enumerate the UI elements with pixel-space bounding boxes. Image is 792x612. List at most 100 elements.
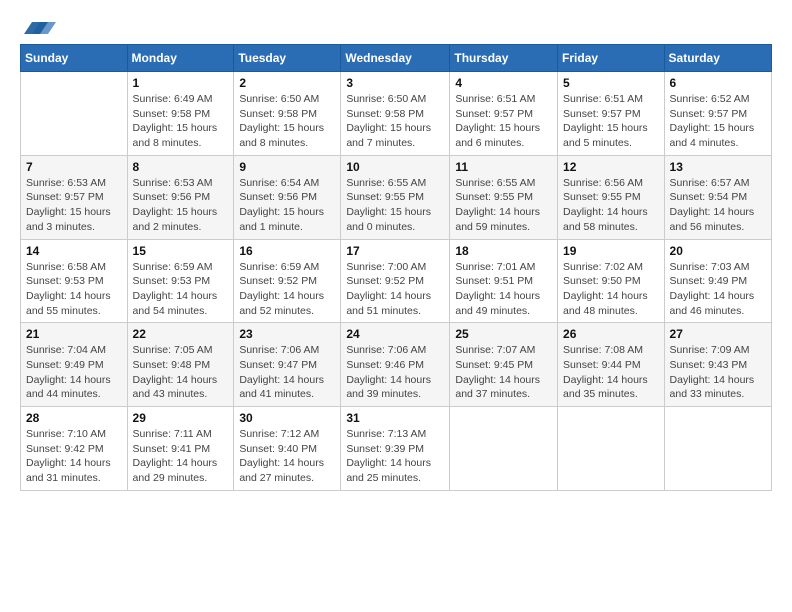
day-number: 23 (239, 327, 335, 341)
day-number: 27 (670, 327, 766, 341)
day-info: Sunrise: 7:13 AMSunset: 9:39 PMDaylight:… (346, 427, 444, 486)
day-info: Sunrise: 6:59 AMSunset: 9:53 PMDaylight:… (133, 260, 229, 319)
day-number: 3 (346, 76, 444, 90)
day-info: Sunrise: 6:53 AMSunset: 9:56 PMDaylight:… (133, 176, 229, 235)
header-day-monday: Monday (127, 45, 234, 72)
calendar-cell: 12 Sunrise: 6:56 AMSunset: 9:55 PMDayligh… (558, 155, 665, 239)
calendar-cell: 23 Sunrise: 7:06 AMSunset: 9:47 PMDayligh… (234, 323, 341, 407)
day-info: Sunrise: 7:05 AMSunset: 9:48 PMDaylight:… (133, 343, 229, 402)
calendar-cell: 25 Sunrise: 7:07 AMSunset: 9:45 PMDayligh… (450, 323, 558, 407)
day-info: Sunrise: 7:04 AMSunset: 9:49 PMDaylight:… (26, 343, 122, 402)
calendar-cell: 19Sunrise: 7:02 AMSunset: 9:50 PMDayligh… (558, 239, 665, 323)
calendar-table: SundayMondayTuesdayWednesdayThursdayFrid… (20, 44, 772, 491)
day-number: 5 (563, 76, 659, 90)
day-number: 29 (133, 411, 229, 425)
calendar-cell: 7Sunrise: 6:53 AMSunset: 9:57 PMDaylight… (21, 155, 128, 239)
header-row: SundayMondayTuesdayWednesdayThursdayFrid… (21, 45, 772, 72)
day-number: 6 (670, 76, 766, 90)
day-info: Sunrise: 7:01 AMSunset: 9:51 PMDaylight:… (455, 260, 552, 319)
day-number: 12 (563, 160, 659, 174)
day-info: Sunrise: 7:11 AMSunset: 9:41 PMDaylight:… (133, 427, 229, 486)
day-number: 30 (239, 411, 335, 425)
day-info: Sunrise: 6:50 AMSunset: 9:58 PMDaylight:… (239, 92, 335, 151)
calendar-cell: 18 Sunrise: 7:01 AMSunset: 9:51 PMDayligh… (450, 239, 558, 323)
calendar-cell: 20 Sunrise: 7:03 AMSunset: 9:49 PMDayligh… (664, 239, 771, 323)
day-number: 25 (455, 327, 552, 341)
day-number: 7 (26, 160, 122, 174)
day-info: Sunrise: 7:00 AMSunset: 9:52 PMDaylight:… (346, 260, 444, 319)
calendar-cell (450, 407, 558, 491)
day-number: 4 (455, 76, 552, 90)
week-row-5: 28 Sunrise: 7:10 AMSunset: 9:42 PMDayligh… (21, 407, 772, 491)
header-day-wednesday: Wednesday (341, 45, 450, 72)
day-info: Sunrise: 6:55 AMSunset: 9:55 PMDaylight:… (455, 176, 552, 235)
day-number: 28 (26, 411, 122, 425)
day-info: Sunrise: 7:09 AMSunset: 9:43 PMDaylight:… (670, 343, 766, 402)
day-info: Sunrise: 7:12 AMSunset: 9:40 PMDaylight:… (239, 427, 335, 486)
logo-icon (24, 16, 56, 36)
day-info: Sunrise: 6:51 AMSunset: 9:57 PMDaylight:… (563, 92, 659, 151)
day-number: 13 (670, 160, 766, 174)
week-row-2: 7Sunrise: 6:53 AMSunset: 9:57 PMDaylight… (21, 155, 772, 239)
calendar-cell: 16Sunrise: 6:59 AMSunset: 9:52 PMDayligh… (234, 239, 341, 323)
calendar-cell: 9Sunrise: 6:54 AMSunset: 9:56 PMDaylight… (234, 155, 341, 239)
day-info: Sunrise: 7:10 AMSunset: 9:42 PMDaylight:… (26, 427, 122, 486)
day-number: 8 (133, 160, 229, 174)
day-info: Sunrise: 7:03 AMSunset: 9:49 PMDaylight:… (670, 260, 766, 319)
day-number: 1 (133, 76, 229, 90)
header-day-thursday: Thursday (450, 45, 558, 72)
day-number: 24 (346, 327, 444, 341)
day-number: 22 (133, 327, 229, 341)
calendar-cell: 5 Sunrise: 6:51 AMSunset: 9:57 PMDaylight… (558, 72, 665, 156)
day-info: Sunrise: 6:52 AMSunset: 9:57 PMDaylight:… (670, 92, 766, 151)
header-day-tuesday: Tuesday (234, 45, 341, 72)
calendar-cell: 17 Sunrise: 7:00 AMSunset: 9:52 PMDayligh… (341, 239, 450, 323)
calendar-cell: 31Sunrise: 7:13 AMSunset: 9:39 PMDayligh… (341, 407, 450, 491)
calendar-cell: 2 Sunrise: 6:50 AMSunset: 9:58 PMDaylight… (234, 72, 341, 156)
calendar-cell: 29 Sunrise: 7:11 AMSunset: 9:41 PMDayligh… (127, 407, 234, 491)
calendar-cell: 4 Sunrise: 6:51 AMSunset: 9:57 PMDaylight… (450, 72, 558, 156)
day-info: Sunrise: 6:55 AMSunset: 9:55 PMDaylight:… (346, 176, 444, 235)
calendar-cell: 15 Sunrise: 6:59 AMSunset: 9:53 PMDayligh… (127, 239, 234, 323)
day-number: 9 (239, 160, 335, 174)
day-number: 16 (239, 244, 335, 258)
week-row-1: 1 Sunrise: 6:49 AMSunset: 9:58 PMDaylight… (21, 72, 772, 156)
day-number: 11 (455, 160, 552, 174)
calendar-cell (558, 407, 665, 491)
calendar-cell (664, 407, 771, 491)
day-info: Sunrise: 6:57 AMSunset: 9:54 PMDaylight:… (670, 176, 766, 235)
day-number: 15 (133, 244, 229, 258)
header-day-sunday: Sunday (21, 45, 128, 72)
header-day-saturday: Saturday (664, 45, 771, 72)
day-number: 18 (455, 244, 552, 258)
day-info: Sunrise: 7:07 AMSunset: 9:45 PMDaylight:… (455, 343, 552, 402)
day-info: Sunrise: 6:51 AMSunset: 9:57 PMDaylight:… (455, 92, 552, 151)
day-info: Sunrise: 6:50 AMSunset: 9:58 PMDaylight:… (346, 92, 444, 151)
day-info: Sunrise: 7:06 AMSunset: 9:46 PMDaylight:… (346, 343, 444, 402)
day-number: 2 (239, 76, 335, 90)
calendar-cell: 8 Sunrise: 6:53 AMSunset: 9:56 PMDaylight… (127, 155, 234, 239)
day-number: 17 (346, 244, 444, 258)
day-number: 10 (346, 160, 444, 174)
calendar-cell: 24 Sunrise: 7:06 AMSunset: 9:46 PMDayligh… (341, 323, 450, 407)
day-info: Sunrise: 6:58 AMSunset: 9:53 PMDaylight:… (26, 260, 122, 319)
calendar-cell: 30 Sunrise: 7:12 AMSunset: 9:40 PMDayligh… (234, 407, 341, 491)
week-row-4: 21 Sunrise: 7:04 AMSunset: 9:49 PMDayligh… (21, 323, 772, 407)
page-header (20, 16, 772, 36)
calendar-cell: 22 Sunrise: 7:05 AMSunset: 9:48 PMDayligh… (127, 323, 234, 407)
day-info: Sunrise: 6:49 AMSunset: 9:58 PMDaylight:… (133, 92, 229, 151)
logo (20, 16, 56, 36)
calendar-cell: 14Sunrise: 6:58 AMSunset: 9:53 PMDayligh… (21, 239, 128, 323)
calendar-cell: 6 Sunrise: 6:52 AMSunset: 9:57 PMDaylight… (664, 72, 771, 156)
day-number: 20 (670, 244, 766, 258)
calendar-cell: 28 Sunrise: 7:10 AMSunset: 9:42 PMDayligh… (21, 407, 128, 491)
calendar-cell: 21 Sunrise: 7:04 AMSunset: 9:49 PMDayligh… (21, 323, 128, 407)
week-row-3: 14Sunrise: 6:58 AMSunset: 9:53 PMDayligh… (21, 239, 772, 323)
day-info: Sunrise: 7:02 AMSunset: 9:50 PMDaylight:… (563, 260, 659, 319)
day-info: Sunrise: 7:08 AMSunset: 9:44 PMDaylight:… (563, 343, 659, 402)
day-number: 21 (26, 327, 122, 341)
day-info: Sunrise: 7:06 AMSunset: 9:47 PMDaylight:… (239, 343, 335, 402)
day-number: 26 (563, 327, 659, 341)
day-info: Sunrise: 6:56 AMSunset: 9:55 PMDaylight:… (563, 176, 659, 235)
calendar-cell: 1 Sunrise: 6:49 AMSunset: 9:58 PMDaylight… (127, 72, 234, 156)
